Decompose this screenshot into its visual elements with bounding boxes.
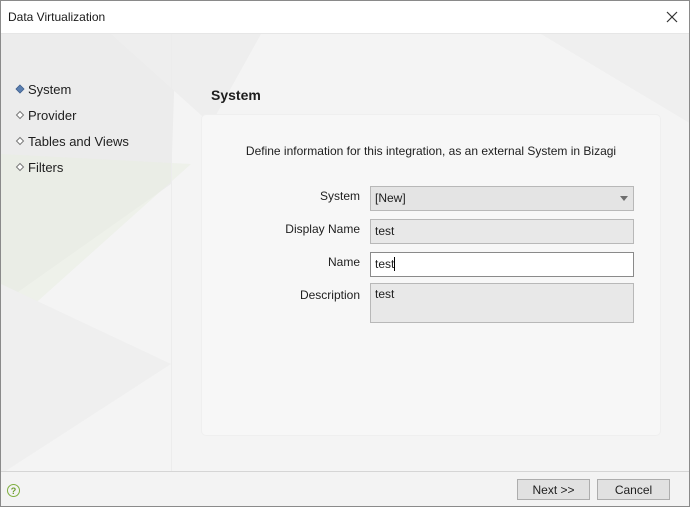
text-caret [394,257,396,271]
window-title: Data Virtualization [8,10,106,24]
intro-text: Define information for this integration,… [245,144,617,158]
wizard-steps: System Provider Tables and Views Filters [15,76,129,180]
next-button[interactable]: Next >> [517,479,590,500]
step-diamond-icon [15,136,25,146]
name-label: Name [327,255,360,269]
system-select-value: [New] [375,191,406,205]
chevron-down-icon [620,196,628,201]
system-form-panel: Define information for this integration,… [201,114,661,436]
system-select[interactable]: [New] [370,186,634,211]
step-provider[interactable]: Provider [15,102,129,128]
section-title: System [211,87,261,103]
name-field[interactable]: test [370,252,634,277]
title-bar: Data Virtualization [1,1,689,34]
panel-divider [171,34,172,472]
close-button[interactable] [655,1,689,33]
cancel-button[interactable]: Cancel [597,479,670,500]
close-icon [666,11,678,23]
step-filters[interactable]: Filters [15,154,129,180]
system-label: System [319,189,360,203]
dialog-content: System Provider Tables and Views Filters [1,34,689,472]
dialog-footer: ? Next >> Cancel [1,471,689,506]
step-tables-and-views[interactable]: Tables and Views [15,128,129,154]
step-diamond-icon [15,110,25,120]
description-label: Description [299,288,360,302]
display-name-value: test [375,224,395,238]
name-value: test [375,257,395,271]
display-name-label: Display Name [285,222,360,236]
description-value: test [375,287,395,301]
step-label: Filters [28,159,64,175]
help-icon[interactable]: ? [7,484,20,497]
active-step-icon [15,84,25,94]
description-field[interactable]: test [370,283,634,323]
display-name-field[interactable]: test [370,219,634,244]
dialog-window: Data Virtualization System Provider Tabl… [0,0,690,507]
step-label: Provider [28,107,77,123]
step-system[interactable]: System [15,76,129,102]
step-label: System [28,81,72,97]
step-diamond-icon [15,162,25,172]
step-label: Tables and Views [28,133,129,149]
